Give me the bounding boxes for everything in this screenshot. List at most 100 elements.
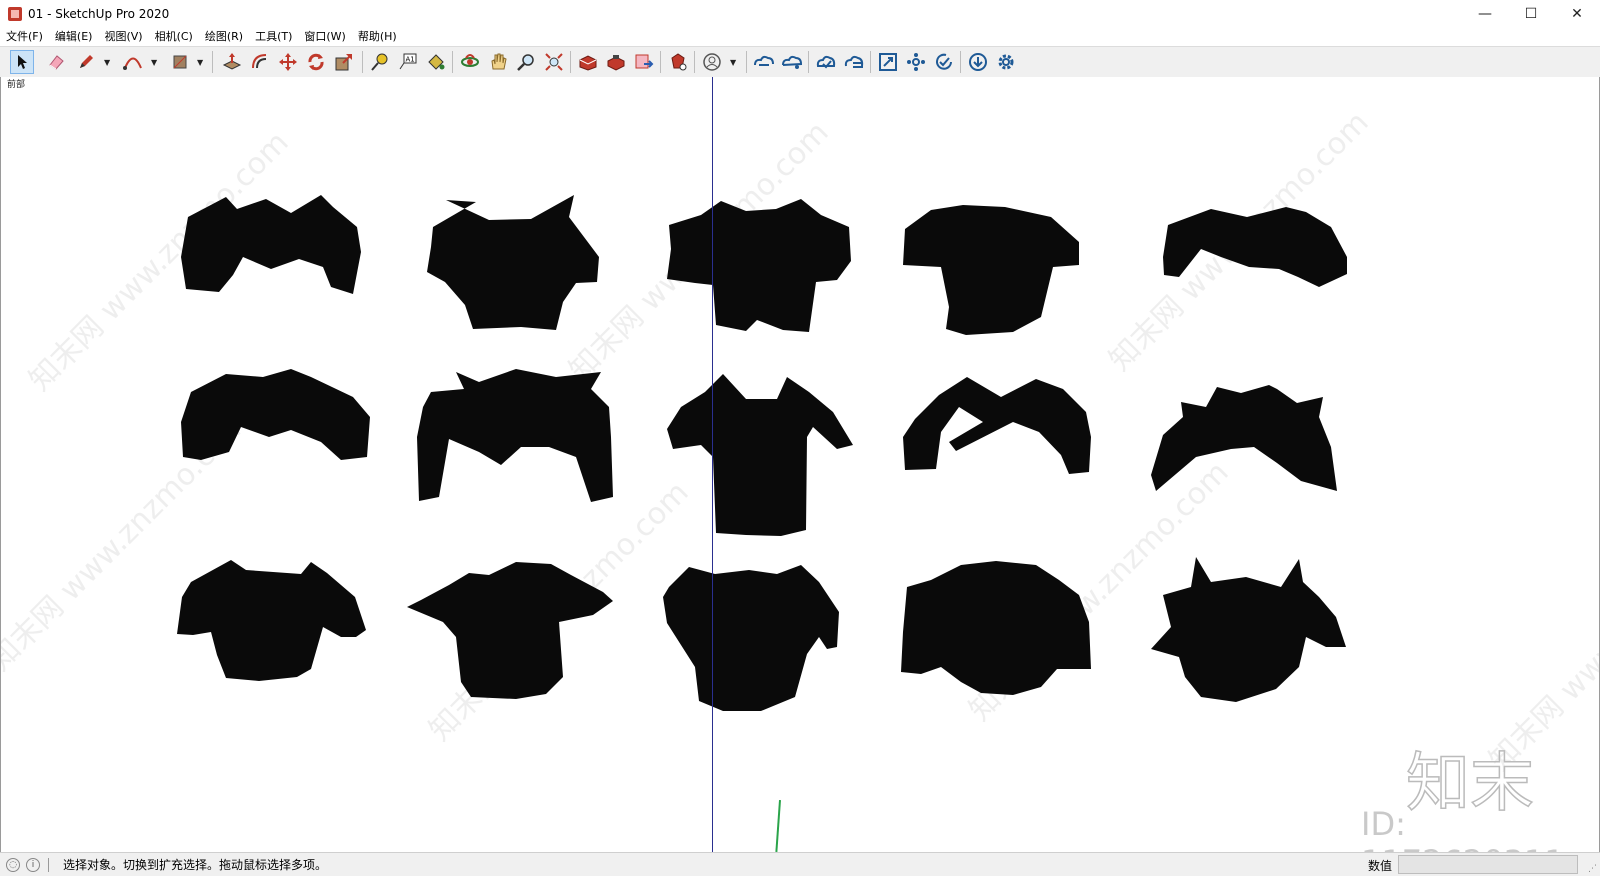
menu-edit[interactable]: 编辑(E) [49, 28, 99, 46]
eraser-icon [49, 55, 64, 70]
minimize-button[interactable]: — [1462, 0, 1508, 28]
svg-text:A1: A1 [406, 56, 415, 64]
pan-tool-button[interactable] [486, 50, 510, 74]
model-viewport[interactable]: 前部 知末网 www.znzmo.com 知末网 www.znzmo.com 知… [0, 77, 1600, 852]
menu-window[interactable]: 窗口(W) [298, 28, 351, 46]
arc-dropdown-icon[interactable]: ▼ [151, 58, 157, 67]
armor-model [1151, 385, 1337, 491]
trimble-share-button[interactable] [780, 50, 804, 74]
menu-view[interactable]: 视图(V) [98, 28, 148, 46]
extension-warehouse-button[interactable] [604, 50, 628, 74]
toolbar-separator [570, 51, 571, 73]
arc-tool-button[interactable] [121, 50, 145, 74]
menu-help[interactable]: 帮助(H) [352, 28, 403, 46]
menu-file[interactable]: 文件(F) [0, 28, 49, 46]
paint-bucket-tool-button[interactable] [424, 50, 448, 74]
armor-model [417, 369, 613, 502]
armor-model [903, 377, 1091, 474]
text-tool-button[interactable]: A1 [396, 50, 420, 74]
armor-model [667, 199, 851, 332]
menu-draw[interactable]: 绘图(R) [199, 28, 249, 46]
close-button[interactable]: ✕ [1554, 0, 1600, 28]
menu-camera[interactable]: 相机(C) [149, 28, 199, 46]
status-divider [48, 857, 49, 872]
cloud-sync-button[interactable] [814, 50, 838, 74]
settings-icon [998, 54, 1014, 70]
tape-measure-icon [371, 53, 388, 71]
push-pull-tool-button[interactable] [220, 50, 244, 74]
blue-axis-line [712, 77, 713, 852]
armor-model [663, 565, 839, 711]
orbit-icon [461, 54, 479, 67]
select-icon [18, 55, 27, 69]
rotate-icon [308, 53, 324, 71]
toolbar-separator [746, 51, 747, 73]
zoom-tool-button[interactable] [514, 50, 538, 74]
send-to-layout-button[interactable] [632, 50, 656, 74]
trimble-connect-icon [754, 55, 774, 66]
pencil-tool-button[interactable] [74, 50, 98, 74]
toolbar-separator [660, 51, 661, 73]
cloud-list-icon [844, 55, 864, 68]
armor-model [667, 374, 853, 536]
check-button[interactable] [932, 50, 956, 74]
download-icon [969, 53, 987, 71]
sketchup-app-icon [8, 7, 22, 21]
extension-warehouse-icon [607, 55, 625, 71]
download-button[interactable] [966, 50, 990, 74]
menu-tools[interactable]: 工具(T) [249, 28, 298, 46]
rectangle-icon [173, 55, 187, 69]
resize-grip-icon[interactable]: ⋰ [1588, 864, 1597, 874]
select-tool-button[interactable] [10, 50, 34, 74]
view-fit-icon [879, 53, 897, 71]
zoom-extents-tool-button[interactable] [542, 50, 566, 74]
measurement-label: 数值 [1367, 859, 1392, 873]
account-dropdown-icon[interactable]: ▼ [730, 58, 736, 67]
scale-icon [335, 54, 352, 71]
toolbar-separator [452, 51, 453, 73]
geo-location-icon[interactable]: ◌ [6, 857, 20, 872]
armor-models-canvas [177, 195, 1347, 711]
offset-tool-button[interactable] [248, 50, 272, 74]
warehouse-icon [579, 55, 597, 71]
view-fit-button[interactable] [876, 50, 900, 74]
eraser-tool-button[interactable] [44, 50, 68, 74]
settings-button[interactable] [994, 50, 1018, 74]
check-icon [936, 53, 952, 70]
toolbar-separator [870, 51, 871, 73]
measurement-input[interactable] [1398, 855, 1578, 874]
zoom-extents-icon [545, 53, 563, 71]
status-bar: ◌ i 选择对象。切换到扩充选择。拖动鼠标选择多项。 数值 ⋰ [0, 852, 1600, 876]
scale-tool-button[interactable] [332, 50, 356, 74]
paint-bucket-icon [428, 54, 445, 70]
extension-manager-button[interactable] [666, 50, 690, 74]
armor-model [901, 561, 1091, 695]
maximize-button[interactable]: ☐ [1508, 0, 1554, 28]
move-tool-button[interactable] [276, 50, 300, 74]
armor-model [1151, 557, 1346, 702]
toolbar-separator [960, 51, 961, 73]
rectangle-dropdown-icon[interactable]: ▼ [197, 58, 203, 67]
info-icon[interactable]: i [26, 857, 40, 872]
pencil-dropdown-icon[interactable]: ▼ [104, 58, 110, 67]
toolbar-separator [808, 51, 809, 73]
account-button[interactable] [700, 50, 724, 74]
armor-model [181, 369, 370, 460]
rectangle-tool-button[interactable] [168, 50, 192, 74]
main-toolbar: ▼ ▼ ▼ A1 ▼ [0, 46, 1600, 78]
title-bar: 01 - SketchUp Pro 2020 — ☐ ✕ [0, 0, 1600, 28]
pan-icon [491, 53, 507, 70]
trimble-connect-button[interactable] [752, 50, 776, 74]
rotate-tool-button[interactable] [304, 50, 328, 74]
status-message: 选择对象。切换到扩充选择。拖动鼠标选择多项。 [63, 858, 328, 872]
cloud-list-button[interactable] [842, 50, 866, 74]
toolbar-separator [212, 51, 213, 73]
zoom-icon [517, 54, 534, 71]
tape-measure-tool-button[interactable] [368, 50, 392, 74]
cloud-sync-icon [816, 55, 836, 69]
components-button[interactable] [904, 50, 928, 74]
menu-bar: 文件(F) 编辑(E) 视图(V) 相机(C) 绘图(R) 工具(T) 窗口(W… [0, 28, 1600, 46]
warehouse-button[interactable] [576, 50, 600, 74]
armor-model [177, 560, 366, 681]
orbit-tool-button[interactable] [458, 50, 482, 74]
